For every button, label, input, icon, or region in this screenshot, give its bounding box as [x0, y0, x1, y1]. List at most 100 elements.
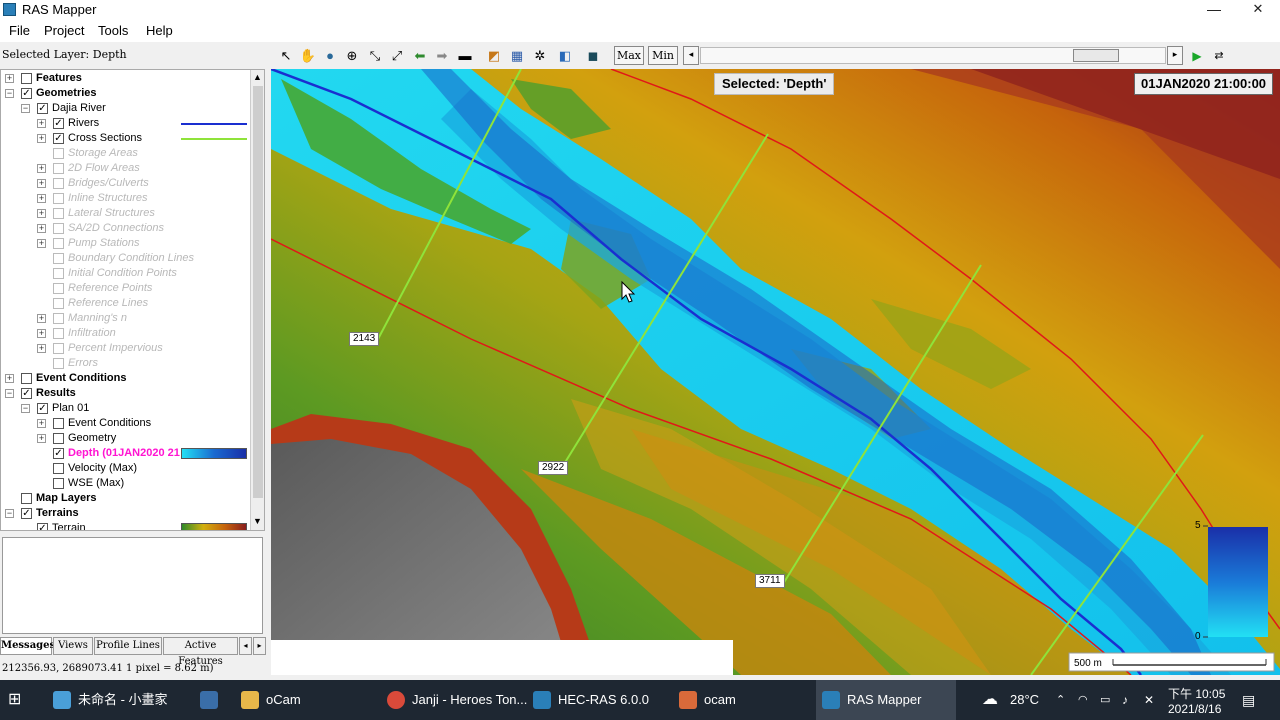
back-arrow-icon[interactable]: ⬅ [411, 47, 429, 65]
layer-checkbox[interactable] [53, 298, 64, 309]
expand-icon[interactable]: + [37, 419, 46, 428]
tree-row[interactable]: + Pump Stations [37, 236, 246, 251]
expand-icon[interactable]: + [37, 134, 46, 143]
tree-scrollbar[interactable]: ▲ ▼ [250, 70, 264, 530]
tree-row[interactable]: + Lateral Structures [37, 206, 246, 221]
tree-row[interactable]: − ✓ Terrains [5, 506, 246, 521]
taskbar-item-calculator[interactable] [198, 680, 220, 720]
expand-icon[interactable]: + [37, 179, 46, 188]
layer-checkbox[interactable] [53, 238, 64, 249]
layer-checkbox[interactable] [53, 208, 64, 219]
menu-project[interactable]: Project [44, 23, 84, 38]
layer-checkbox[interactable] [53, 148, 64, 159]
zoom-out-icon[interactable]: ⤡ [366, 47, 384, 65]
speed-icon[interactable]: ⇄ [1210, 47, 1228, 65]
tree-row[interactable]: ✓ Terrain [21, 521, 247, 530]
ime-icon[interactable]: ✕ [1144, 680, 1154, 720]
menu-tools[interactable]: Tools [98, 23, 128, 38]
tree-row[interactable]: Map Layers [5, 491, 246, 506]
taskbar-item-ocam-folder[interactable]: oCam [238, 680, 301, 720]
layer-checkbox[interactable]: ✓ [21, 88, 32, 99]
layer-checkbox[interactable] [21, 373, 32, 384]
layer-checkbox[interactable] [53, 253, 64, 264]
settings-icon[interactable]: ✲ [531, 47, 549, 65]
tree-row[interactable]: + Manning's n [37, 311, 246, 326]
tree-row[interactable]: − ✓ Geometries [5, 86, 246, 101]
tree-row[interactable]: + Features [5, 71, 246, 86]
collapse-icon[interactable]: − [21, 404, 30, 413]
tree-row[interactable]: Reference Lines [37, 296, 246, 311]
tree-row[interactable]: Boundary Condition Lines [37, 251, 246, 266]
tree-row[interactable]: +2D Flow Areas [37, 161, 246, 176]
expand-icon[interactable]: + [37, 239, 46, 248]
layer-checkbox[interactable] [53, 478, 64, 489]
tree-row[interactable]: Storage Areas [37, 146, 246, 161]
layer-checkbox[interactable] [21, 493, 32, 504]
min-button[interactable]: Min [648, 46, 678, 65]
tree-row[interactable]: + Geometry [37, 431, 246, 446]
clock-time[interactable]: 下午 10:05 [1168, 685, 1225, 702]
menu-help[interactable]: Help [146, 23, 173, 38]
layer-checkbox[interactable] [53, 313, 64, 324]
layer-checkbox[interactable]: ✓ [53, 118, 64, 129]
layer-checkbox[interactable] [53, 328, 64, 339]
wifi-icon[interactable]: ◠ [1078, 680, 1088, 720]
tab-profile-lines[interactable]: Profile Lines [94, 637, 162, 655]
weather-icon[interactable]: ☁ [982, 680, 998, 720]
layer-checkbox[interactable]: ✓ [53, 448, 64, 459]
layer-checkbox[interactable] [21, 73, 32, 84]
taskbar-item-hec-ras[interactable]: HEC-RAS 6.0.0 [530, 680, 649, 720]
expand-icon[interactable]: + [37, 194, 46, 203]
pan-tool-icon[interactable]: ✋ [299, 47, 317, 65]
tree-row[interactable]: − ✓ Results [5, 386, 246, 401]
tree-row[interactable]: Velocity (Max) [37, 461, 246, 476]
tab-views[interactable]: Views [53, 637, 93, 655]
scroll-thumb[interactable] [253, 86, 263, 498]
collapse-icon[interactable]: − [5, 389, 14, 398]
profile-icon[interactable]: ◩ [485, 47, 503, 65]
taskbar-item-ras-mapper[interactable]: RAS Mapper [816, 680, 956, 720]
tab-scroll-right-icon[interactable]: ▸ [253, 637, 266, 655]
layer-checkbox[interactable]: ✓ [37, 523, 48, 530]
zoom-in-icon[interactable]: ⊕ [343, 47, 361, 65]
layer-checkbox[interactable]: ✓ [21, 508, 32, 519]
scroll-down-icon[interactable]: ▼ [253, 516, 262, 526]
time-next-icon[interactable]: ▸ [1167, 46, 1183, 65]
tree-row[interactable]: ✓ Depth (01JAN2020 21 [37, 446, 247, 461]
clock-date[interactable]: 2021/8/16 [1168, 702, 1221, 716]
collapse-icon[interactable]: − [21, 104, 30, 113]
expand-icon[interactable]: + [37, 344, 46, 353]
layer-checkbox[interactable]: ✓ [37, 103, 48, 114]
time-prev-icon[interactable]: ◂ [683, 46, 699, 65]
expand-icon[interactable]: + [37, 119, 46, 128]
expand-icon[interactable]: + [37, 209, 46, 218]
time-slider-thumb[interactable] [1073, 49, 1119, 62]
layer-checkbox[interactable]: ✓ [53, 133, 64, 144]
tree-row[interactable]: Initial Condition Points [37, 266, 246, 281]
tree-row[interactable]: + SA/2D Connections [37, 221, 246, 236]
layer-checkbox[interactable] [53, 343, 64, 354]
notification-icon[interactable]: ▤ [1242, 680, 1255, 720]
tree-row[interactable]: + Event Conditions [5, 371, 246, 386]
taskbar-item-chrome[interactable]: Janji - Heroes Ton... [384, 680, 527, 720]
play-button[interactable]: ▶ [1188, 47, 1206, 65]
expand-icon[interactable]: + [37, 224, 46, 233]
layer-checkbox[interactable]: ✓ [37, 403, 48, 414]
windows-start-icon[interactable]: ⊞ [8, 680, 28, 720]
expand-icon[interactable]: + [5, 374, 14, 383]
time-slider[interactable] [700, 47, 1166, 64]
weather-temp[interactable]: 28°C [1010, 680, 1039, 720]
layer-checkbox[interactable] [53, 223, 64, 234]
close-button[interactable]: ✕ [1236, 0, 1280, 20]
layer-checkbox[interactable] [53, 163, 64, 174]
tree-row[interactable]: − ✓ Dajia River [21, 101, 246, 116]
globe-icon[interactable]: ● [321, 47, 339, 65]
max-button[interactable]: Max [614, 46, 644, 65]
pointer-tool-icon[interactable]: ↖ [277, 47, 295, 65]
map-icon[interactable]: ▦ [508, 47, 526, 65]
tree-row[interactable]: + Event Conditions [37, 416, 246, 431]
layer-checkbox[interactable] [53, 463, 64, 474]
expand-icon[interactable]: + [37, 329, 46, 338]
expand-icon[interactable]: + [37, 314, 46, 323]
layer-checkbox[interactable] [53, 283, 64, 294]
